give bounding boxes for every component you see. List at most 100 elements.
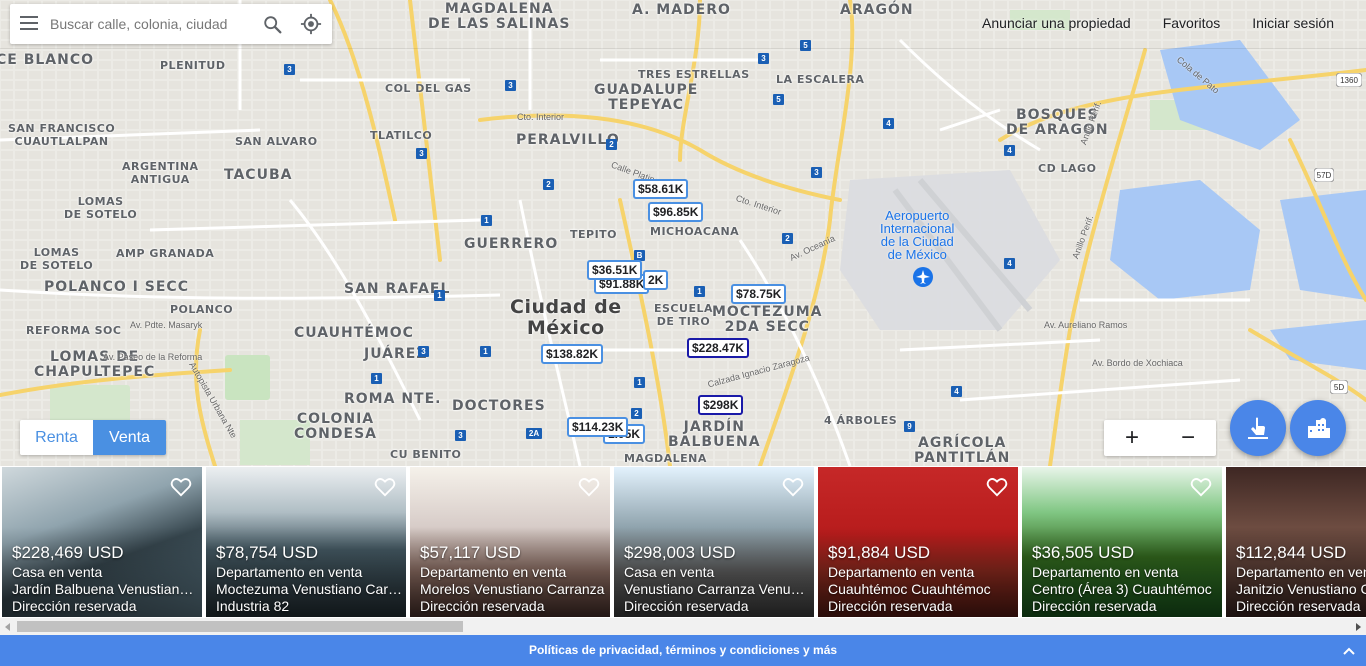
chevron-up-icon[interactable] xyxy=(1342,644,1356,658)
metro-icon: 1 xyxy=(694,286,705,297)
header-divider xyxy=(0,48,1366,49)
listing-address: Dirección reservada xyxy=(12,598,137,614)
metro-icon: 3 xyxy=(811,167,822,178)
zoom-out-button[interactable]: − xyxy=(1160,420,1216,456)
map-label: CE BLANCO xyxy=(0,52,95,68)
my-location-icon[interactable] xyxy=(300,13,322,35)
login-link[interactable]: Iniciar sesión xyxy=(1252,15,1334,31)
menu-icon[interactable] xyxy=(20,16,38,32)
highway-badge: 5D xyxy=(1330,380,1348,394)
listing-type: Departamento en venta xyxy=(828,564,975,580)
scroll-left-arrow[interactable] xyxy=(5,623,10,631)
map-label: CUAUHTÉMOC xyxy=(294,325,414,341)
map-label: GUADALUPE TEPEYAC xyxy=(594,82,699,113)
price-marker[interactable]: $58.61K xyxy=(633,179,689,199)
footer-bar[interactable]: Políticas de privacidad, términos y cond… xyxy=(0,635,1366,666)
road-label: Av. Aureliano Ramos xyxy=(1044,320,1128,330)
listing-card[interactable]: $112,844 USD Departamento en ventaJanitzi… xyxy=(1226,467,1366,617)
map-label: TACUBA xyxy=(224,167,293,183)
listing-price: $78,754 USD xyxy=(216,543,319,562)
metro-icon: 3 xyxy=(455,430,466,441)
map-label: LOMAS DE SOTELO xyxy=(20,246,94,272)
search-input[interactable] xyxy=(50,12,250,36)
metro-icon: 3 xyxy=(418,346,429,357)
map-label: MOCTEZUMA 2DA SECC xyxy=(712,304,823,335)
rent-button[interactable]: Renta xyxy=(20,420,93,455)
metro-icon: 3 xyxy=(758,53,769,64)
listing-card[interactable]: $91,884 USD Departamento en venta Cuauhtém… xyxy=(818,467,1018,617)
map-label: SAN FRANCISCO CUAUTLALPAN xyxy=(8,122,116,148)
listing-location: Centro (Área 3) Cuauhtémoc xyxy=(1032,581,1212,597)
metro-icon: 4 xyxy=(883,118,894,129)
price-marker[interactable]: $298K xyxy=(698,395,744,415)
favorites-link[interactable]: Favoritos xyxy=(1163,15,1221,31)
map-label: CU BENITO xyxy=(390,448,462,461)
map-label: TRES ESTRELLAS xyxy=(638,68,750,81)
road-label: Cto. Interior xyxy=(517,112,565,122)
sale-button[interactable]: Venta xyxy=(93,420,166,455)
svg-text:57D: 57D xyxy=(1317,171,1332,180)
listing-card[interactable]: $298,003 USD Casa en venta Venustiano Carr… xyxy=(614,467,814,617)
listing-card[interactable]: $228,469 USD Casa en venta Jardín Balbuena… xyxy=(2,467,202,617)
map-label: ARAGÓN xyxy=(840,2,914,18)
svg-text:1360: 1360 xyxy=(1340,76,1358,85)
price-marker[interactable]: $36.51K xyxy=(587,260,643,280)
scroll-right-arrow[interactable] xyxy=(1356,623,1361,631)
metro-icon: 9 xyxy=(904,421,915,432)
heart-icon[interactable] xyxy=(374,477,396,497)
listing-address: Dirección reservada xyxy=(1032,598,1157,614)
map-label: GUERRERO xyxy=(464,236,559,252)
metro-icon: 1 xyxy=(434,290,445,301)
metro-icon: 2 xyxy=(631,408,642,419)
price-marker[interactable]: $96.85K xyxy=(648,202,704,222)
metro-icon: 4 xyxy=(951,386,962,397)
search-icon[interactable] xyxy=(262,14,284,36)
listing-price: $298,003 USD xyxy=(624,543,736,562)
metro-icon: 2A xyxy=(526,428,542,439)
publish-property-link[interactable]: Anunciar una propiedad xyxy=(982,15,1131,31)
listing-price: $91,884 USD xyxy=(828,543,931,562)
scrollbar-thumb[interactable] xyxy=(17,621,463,632)
map-label: MICHOACANA xyxy=(650,225,740,238)
map-label: MAGDALENA DE LAS SALINAS xyxy=(428,1,571,32)
heart-icon[interactable] xyxy=(986,477,1008,497)
search-box xyxy=(10,4,332,44)
listing-type: Casa en venta xyxy=(624,564,715,580)
price-marker[interactable]: $114.23K xyxy=(567,417,629,437)
listing-card[interactable]: $57,117 USD Departamento en venta Morelos … xyxy=(410,467,610,617)
listing-card[interactable]: $78,754 USD Departamento en venta Moctezum… xyxy=(206,467,406,617)
draw-area-button[interactable] xyxy=(1230,400,1286,456)
map-label: COL DEL GAS xyxy=(385,82,472,95)
heart-icon[interactable] xyxy=(1190,477,1212,497)
metro-icon: 1 xyxy=(371,373,382,384)
heart-icon[interactable] xyxy=(578,477,600,497)
listing-card[interactable]: $36,505 USD Departamento en venta Centro (… xyxy=(1022,467,1222,617)
listing-address: Dirección reservada xyxy=(828,598,953,614)
metro-icon: 3 xyxy=(284,64,295,75)
map-label: LA ESCALERA xyxy=(776,73,865,86)
road-label: Av. Paseo de la Reforma xyxy=(103,352,203,362)
heart-icon[interactable] xyxy=(782,477,804,497)
road-label: Av. Pdte. Masaryk xyxy=(130,320,203,330)
heart-icon[interactable] xyxy=(170,477,192,497)
map-label: SAN ALVARO xyxy=(235,135,318,148)
draw-area-icon xyxy=(1248,417,1268,439)
price-marker[interactable]: $78.75K xyxy=(731,284,787,304)
map-label: ROMA NTE. xyxy=(344,391,442,407)
price-marker[interactable]: $138.82K xyxy=(541,344,604,364)
listing-location: Cuauhtémoc Cuauhtémoc xyxy=(828,581,991,597)
listing-price: $57,117 USD xyxy=(420,543,521,562)
nearby-buildings-button[interactable] xyxy=(1290,400,1346,456)
listing-price: $112,844 USD xyxy=(1236,543,1347,562)
map[interactable]: MAGDALENA DE LAS SALINAS A. MADERO ARAGÓN… xyxy=(0,0,1366,466)
map-label: AMP GRANADA xyxy=(116,247,215,260)
zoom-in-button[interactable]: + xyxy=(1104,420,1160,456)
map-label: ESCUELA DE TIRO xyxy=(654,302,713,328)
horizontal-scrollbar[interactable] xyxy=(0,618,1366,635)
listing-carousel[interactable]: $228,469 USD Casa en venta Jardín Balbuena… xyxy=(0,466,1366,618)
nearby-buildings-icon xyxy=(1308,418,1330,438)
price-marker[interactable]: 2K xyxy=(643,270,669,290)
highway-badge: 1360 xyxy=(1336,73,1362,87)
map-label: CD LAGO xyxy=(1038,162,1097,175)
price-marker[interactable]: $228.47K xyxy=(687,338,750,358)
